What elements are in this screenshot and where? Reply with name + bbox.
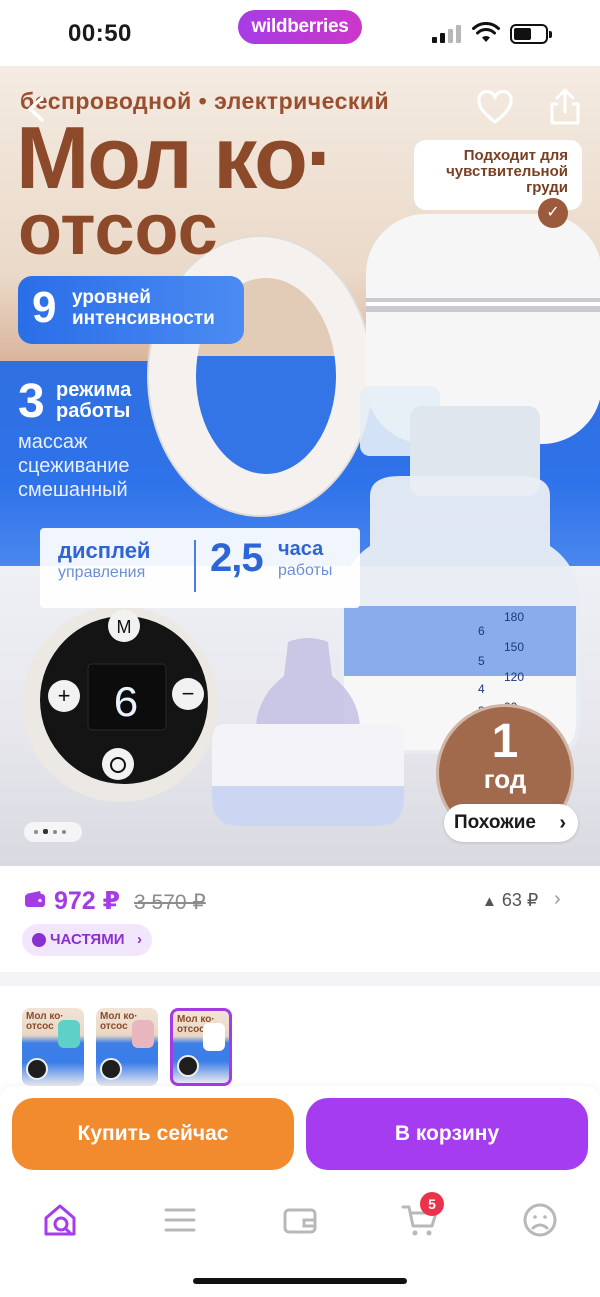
chevron-right-icon: › <box>559 812 566 834</box>
hours-title: часа <box>278 538 324 560</box>
device-thumbnail <box>26 1058 48 1080</box>
hero-title-line1: Мол ко· <box>16 108 335 207</box>
triangle-up-icon: ▲ <box>482 893 497 910</box>
svg-text:−: − <box>182 681 195 706</box>
wifi-icon <box>472 22 500 42</box>
home-search-icon[interactable] <box>38 1198 82 1242</box>
pump-thumbnail <box>58 1020 80 1048</box>
price-old: 3 570 ₽ <box>134 891 206 914</box>
home-indicator <box>193 1278 407 1284</box>
share-icon[interactable] <box>548 88 582 126</box>
display-title: дисплей <box>58 538 151 563</box>
price-current: 972 ₽ <box>54 887 121 915</box>
status-time: 00:50 <box>68 20 132 47</box>
device-thumbnail <box>177 1055 199 1077</box>
wallet-icon[interactable] <box>278 1198 322 1242</box>
hours-number: 2,5 <box>210 536 264 580</box>
price-difference[interactable]: ▲ 63 ₽ <box>482 890 538 911</box>
similar-label: Похожие <box>454 812 536 833</box>
levels-text: уровней интенсивности <box>72 287 215 329</box>
warranty-number: 1 <box>491 715 519 768</box>
variant-selector: Мол ко· отсос Мол ко· отсос Мол ко· отсо… <box>0 986 600 1096</box>
add-to-cart-button[interactable]: В корзину <box>306 1098 588 1170</box>
warranty-unit: год <box>483 764 527 794</box>
price-block: 972 ₽ 3 570 ₽ ▲ 63 ₽ › ЧАСТЯМИ › <box>0 866 600 972</box>
installments-label: ЧАСТЯМИ <box>50 931 125 948</box>
hours-subtitle: работы <box>278 562 333 579</box>
catalog-icon[interactable] <box>158 1198 202 1242</box>
carousel-pager <box>24 822 82 842</box>
svg-text:6: 6 <box>113 680 139 730</box>
variant-thumbnail-3-selected[interactable]: Мол ко· отсос <box>170 1008 232 1086</box>
variant-thumbnail-2[interactable]: Мол ко· отсос <box>96 1008 158 1086</box>
divider <box>194 540 196 592</box>
cellular-signal-icon <box>432 25 462 43</box>
product-image-carousel[interactable]: 180 150 120 90 6 5 4 3 M + − 6 беспровод… <box>0 66 600 866</box>
installments-button[interactable]: ЧАСТЯМИ › <box>22 924 152 956</box>
chevron-right-icon[interactable]: › <box>554 888 561 911</box>
display-subtitle: управления <box>58 564 146 581</box>
modes-list: массаж сцеживание смешанный <box>18 430 130 502</box>
wildberries-app-pill[interactable]: wildberries <box>238 10 362 44</box>
modes-title: режима работы <box>56 379 132 422</box>
control-device: M + − 6 <box>22 606 218 802</box>
modes-number: 3 <box>18 375 45 428</box>
bottle-teat <box>212 638 404 826</box>
variant-thumbnail-1[interactable]: Мол ко· отсос <box>22 1008 84 1086</box>
mode-item: сцеживание <box>18 455 130 477</box>
battery-icon <box>510 24 552 44</box>
status-bar: 00:50 wildberries <box>0 0 600 66</box>
mode-item: массаж <box>18 431 88 453</box>
svg-text:+: + <box>58 683 71 708</box>
buy-now-button[interactable]: Купить сейчас <box>12 1098 294 1170</box>
pie-icon <box>32 933 46 947</box>
back-chevron-icon[interactable] <box>22 94 52 124</box>
mode-item: смешанный <box>18 479 128 501</box>
chevron-right-icon: › <box>137 931 142 948</box>
action-bar: Купить сейчас В корзину <box>0 1086 600 1182</box>
pump-thumbnail <box>203 1023 225 1051</box>
heart-icon[interactable] <box>476 90 514 126</box>
check-badge-icon: ✓ <box>538 198 568 228</box>
cart-count-badge: 5 <box>420 1192 444 1216</box>
section-divider <box>0 972 600 986</box>
bottom-navigation: 5 <box>0 1182 600 1297</box>
hero-title-line2: отсос <box>18 190 218 270</box>
wallet-icon <box>25 891 45 907</box>
display-card: дисплей управления 2,5 часа работы <box>40 528 360 608</box>
pump-thumbnail <box>132 1020 154 1048</box>
levels-number: 9 <box>32 283 57 332</box>
profile-icon[interactable] <box>518 1198 562 1242</box>
svg-text:M: M <box>117 617 132 637</box>
similar-products-button[interactable]: Похожие › <box>444 804 578 842</box>
levels-card: 9 уровней интенсивности <box>18 276 244 344</box>
device-thumbnail <box>100 1058 122 1080</box>
